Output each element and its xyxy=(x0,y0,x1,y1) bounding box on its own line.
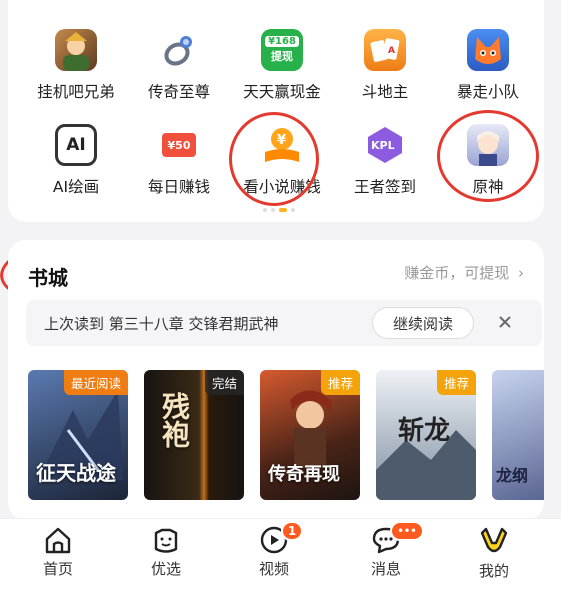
fox-icon xyxy=(467,29,509,71)
continue-reading-button[interactable]: 继续阅读 xyxy=(372,307,474,339)
coupon-icon: ¥50 xyxy=(158,124,200,166)
app-doudizhu[interactable]: A 斗地主 xyxy=(333,29,437,102)
icon-text: ¥50 xyxy=(162,133,196,157)
app-chuanqi-zhizun[interactable]: 传奇至尊 xyxy=(127,29,231,102)
recommend-tag: 推荐 xyxy=(320,370,360,395)
app-label: 王者签到 xyxy=(353,178,416,196)
nav-label: 消息 xyxy=(370,560,401,578)
app-label: 每日赚钱 xyxy=(147,178,210,196)
nav-messages[interactable]: 消息 ••• xyxy=(346,521,426,579)
svg-text:KPL: KPL xyxy=(371,139,395,152)
app-label: 暴走小队 xyxy=(456,83,519,101)
book-cover[interactable]: 龙纲 xyxy=(492,370,544,500)
page-dot xyxy=(271,208,275,212)
earn-coins-label: 赚金币，可提现 xyxy=(404,264,510,282)
book-coin-icon: ¥ xyxy=(261,124,303,166)
page-dot-active xyxy=(279,208,287,212)
app-label: AI绘画 xyxy=(52,178,100,196)
page-dot xyxy=(263,208,267,212)
cover-title: 传奇再现 xyxy=(268,464,340,485)
icon-text: AI xyxy=(66,135,86,155)
book-city-card: 书城 赚金币，可提现 › 上次读到 第三十八章 交锋君期武神 继续阅读 最近阅读… xyxy=(8,240,544,520)
svg-text:A: A xyxy=(388,46,395,56)
app-label: 天天赢现金 xyxy=(243,83,321,101)
cover-title: 龙纲 xyxy=(496,466,529,485)
page-indicator xyxy=(263,208,295,212)
ai-icon: AI xyxy=(55,124,97,166)
app-label: 传奇至尊 xyxy=(147,83,210,101)
app-ai-painting[interactable]: AI AI绘画 xyxy=(24,124,128,197)
app-king-checkin[interactable]: KPL 王者签到 xyxy=(333,124,437,197)
recommend-tag: 推荐 xyxy=(436,370,476,395)
book-cover[interactable]: 推荐 传奇再现 xyxy=(260,370,360,500)
nav-label: 首页 xyxy=(42,560,73,578)
home-icon xyxy=(45,527,71,554)
app-daily-cash[interactable]: ¥168 提现 天天赢现金 xyxy=(230,29,334,102)
rabbit-icon xyxy=(480,527,508,553)
svg-text:¥: ¥ xyxy=(277,133,286,148)
messages-badge: ••• xyxy=(390,521,424,541)
cover-title: 残袍 xyxy=(158,392,191,448)
recent-read-tag: 最近阅读 xyxy=(63,370,128,395)
smile-face-icon xyxy=(154,528,178,553)
nav-label: 我的 xyxy=(478,562,509,580)
section-title: 书城 xyxy=(28,266,68,290)
app-label: 挂机吧兄弟 xyxy=(37,83,115,101)
nav-profile[interactable]: 我的 xyxy=(454,525,534,581)
icon-caption: 提现 xyxy=(271,50,293,63)
app-read-novel-earn[interactable]: ¥ 看小说赚钱 xyxy=(230,124,334,197)
app-label: 看小说赚钱 xyxy=(243,178,321,196)
book-cover[interactable]: 最近阅读 征天战途 xyxy=(28,370,128,500)
app-label: 原神 xyxy=(472,178,504,196)
cash-withdraw-icon: ¥168 提现 xyxy=(261,29,303,71)
page-dot xyxy=(291,208,295,212)
app-label: 斗地主 xyxy=(361,83,409,101)
video-badge: 1 xyxy=(281,521,303,541)
ring-icon xyxy=(158,29,200,71)
app-genshin[interactable]: 原神 xyxy=(436,124,540,197)
apps-grid-card: 挂机吧兄弟 传奇至尊 ¥168 提现 天天赢现金 A 斗地主 暴走小队 AI A… xyxy=(8,0,544,222)
cover-title: 斩龙 xyxy=(398,416,451,446)
earn-coins-link[interactable]: 赚金币，可提现 › xyxy=(404,262,524,283)
app-daily-earn[interactable]: ¥50 每日赚钱 xyxy=(127,124,231,197)
icon-amount: ¥168 xyxy=(265,36,299,47)
genshin-character-icon xyxy=(467,124,509,166)
cover-title: 征天战途 xyxy=(36,461,116,485)
last-read-text: 上次读到 第三十八章 交锋君期武神 xyxy=(44,315,279,333)
app-baozou-team[interactable]: 暴走小队 xyxy=(436,29,540,102)
continue-reading-bar: 上次读到 第三十八章 交锋君期武神 继续阅读 xyxy=(26,300,542,346)
kpl-icon: KPL xyxy=(364,124,406,166)
nav-featured[interactable]: 优选 xyxy=(126,525,206,579)
cards-icon: A xyxy=(364,29,406,71)
game-warrior-icon xyxy=(55,29,97,71)
nav-label: 视频 xyxy=(258,560,289,578)
nav-video[interactable]: 视频 1 xyxy=(234,521,314,579)
close-icon[interactable] xyxy=(494,311,516,333)
book-cover[interactable]: 完结 残袍 xyxy=(144,370,244,500)
bottom-nav: 首页 优选 视频 1 消息 ••• 我的 xyxy=(0,518,561,591)
app-guaji-brothers[interactable]: 挂机吧兄弟 xyxy=(24,29,128,102)
nav-home[interactable]: 首页 xyxy=(18,525,98,579)
completed-tag: 完结 xyxy=(204,370,244,395)
nav-label: 优选 xyxy=(150,560,181,578)
book-cover[interactable]: 推荐 斩龙 xyxy=(376,370,476,500)
chevron-right-icon: › xyxy=(518,264,524,282)
